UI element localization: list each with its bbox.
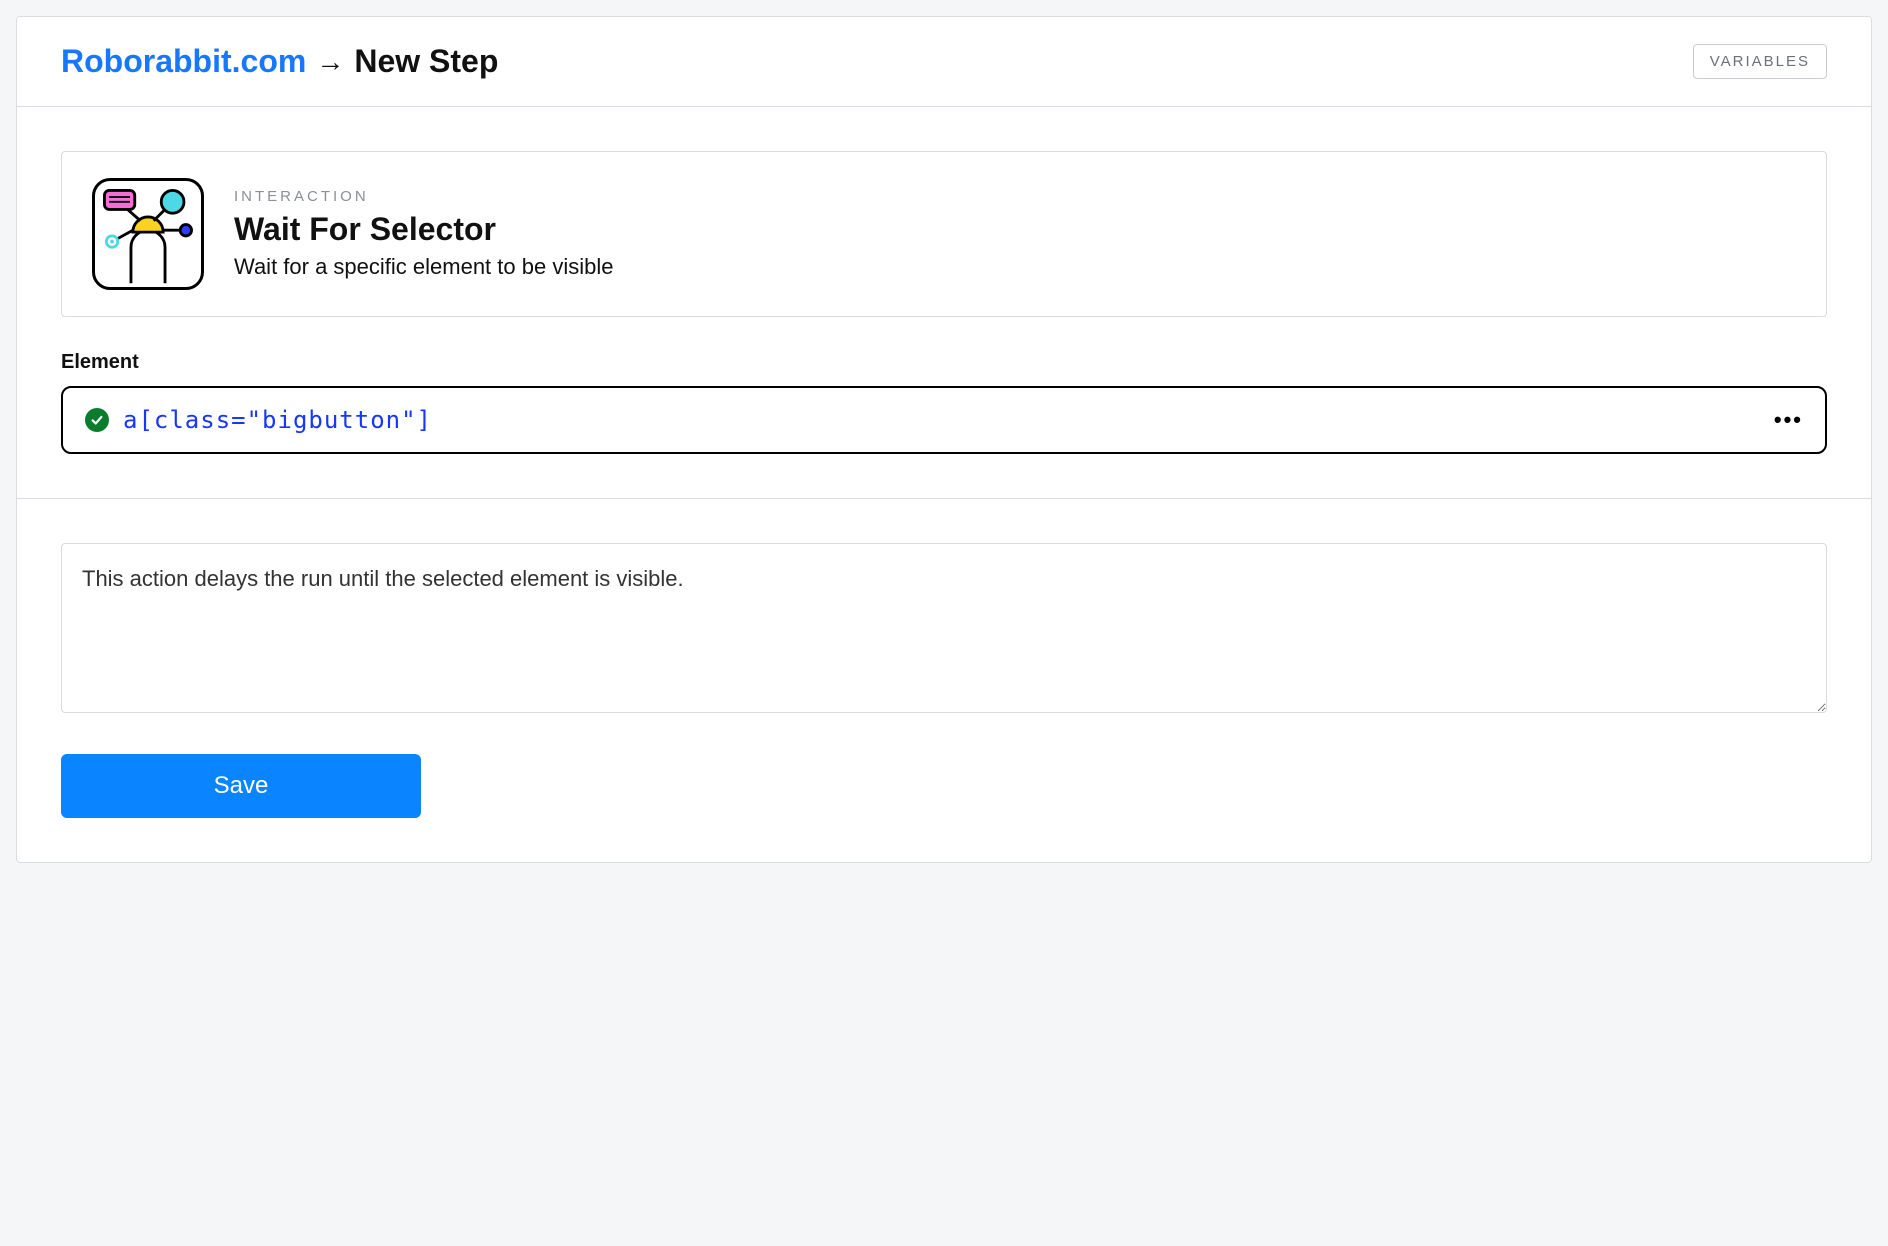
- notes-textarea[interactable]: [61, 543, 1827, 713]
- breadcrumb: Roborabbit.com → New Step: [61, 43, 498, 80]
- element-selector-value: a[class="bigbutton"]: [123, 406, 432, 434]
- element-selector-input[interactable]: a[class="bigbutton"] •••: [61, 386, 1827, 454]
- variables-button[interactable]: VARIABLES: [1693, 44, 1827, 79]
- element-field-label: Element: [61, 351, 1827, 374]
- element-more-button[interactable]: •••: [1774, 407, 1803, 433]
- save-button[interactable]: Save: [61, 754, 421, 818]
- interaction-icon: [92, 178, 204, 290]
- step-title: Wait For Selector: [234, 211, 613, 248]
- panel-body: INTERACTION Wait For Selector Wait for a…: [17, 107, 1871, 862]
- step-editor-panel: Roborabbit.com → New Step VARIABLES: [16, 16, 1872, 863]
- step-eyebrow: INTERACTION: [234, 188, 613, 205]
- step-description: Wait for a specific element to be visibl…: [234, 254, 613, 280]
- panel-header: Roborabbit.com → New Step VARIABLES: [17, 17, 1871, 107]
- breadcrumb-site-link[interactable]: Roborabbit.com: [61, 43, 306, 80]
- section-divider: [17, 498, 1871, 499]
- step-meta: INTERACTION Wait For Selector Wait for a…: [234, 188, 613, 280]
- step-summary-card: INTERACTION Wait For Selector Wait for a…: [61, 151, 1827, 317]
- arrow-right-icon: →: [316, 46, 344, 78]
- valid-selector-check-icon: [85, 408, 109, 432]
- ellipsis-icon: •••: [1774, 407, 1803, 432]
- breadcrumb-current: New Step: [354, 43, 498, 80]
